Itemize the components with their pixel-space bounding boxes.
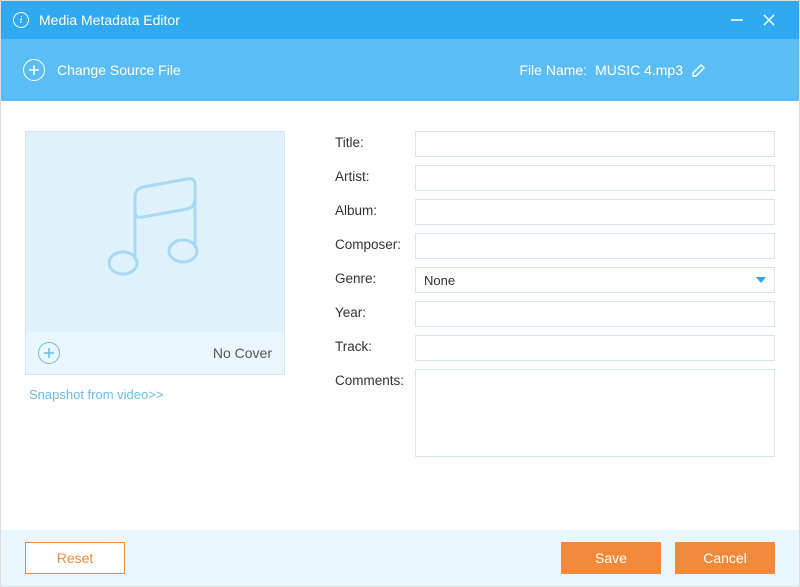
reset-button[interactable]: Reset [25,542,125,574]
composer-label: Composer: [335,233,415,252]
cover-art-placeholder [26,132,284,332]
file-name-label: File Name: [519,62,587,78]
edit-filename-button[interactable] [691,62,707,78]
genre-value: None [424,273,455,288]
minimize-button[interactable] [721,4,753,36]
change-source-label: Change Source File [57,62,181,78]
info-icon: i [13,12,29,28]
composer-input[interactable] [415,233,775,259]
comments-textarea[interactable] [415,369,775,457]
year-input[interactable] [415,301,775,327]
no-cover-label: No Cover [60,345,272,361]
year-label: Year: [335,301,415,320]
genre-label: Genre: [335,267,415,286]
track-input[interactable] [415,335,775,361]
title-label: Title: [335,131,415,150]
add-cover-button[interactable] [38,342,60,364]
save-button[interactable]: Save [561,542,661,574]
snapshot-from-video-link[interactable]: Snapshot from video>> [25,387,295,402]
cover-column: No Cover Snapshot from video>> [25,131,295,518]
cancel-button[interactable]: Cancel [675,542,775,574]
artist-label: Artist: [335,165,415,184]
metadata-form: Title: Artist: Album: Composer: Genre: N… [335,131,775,518]
genre-select[interactable]: None [415,267,775,293]
album-input[interactable] [415,199,775,225]
title-input[interactable] [415,131,775,157]
plus-circle-icon [23,59,45,81]
track-label: Track: [335,335,415,354]
titlebar: i Media Metadata Editor [1,1,799,39]
change-source-button[interactable]: Change Source File [23,59,181,81]
music-note-icon [95,177,215,287]
main-content: No Cover Snapshot from video>> Title: Ar… [1,101,799,530]
file-name-value: MUSIC 4.mp3 [595,62,683,78]
artist-input[interactable] [415,165,775,191]
window-title: Media Metadata Editor [39,12,180,28]
cover-footer: No Cover [26,332,284,374]
footer: Reset Save Cancel [1,530,799,586]
chevron-down-icon [756,277,766,283]
album-label: Album: [335,199,415,218]
app-window: i Media Metadata Editor Change Source Fi… [0,0,800,587]
toolbar: Change Source File File Name: MUSIC 4.mp… [1,39,799,101]
cover-box: No Cover [25,131,285,375]
file-name-group: File Name: MUSIC 4.mp3 [519,62,707,78]
comments-label: Comments: [335,369,415,388]
close-button[interactable] [753,4,785,36]
